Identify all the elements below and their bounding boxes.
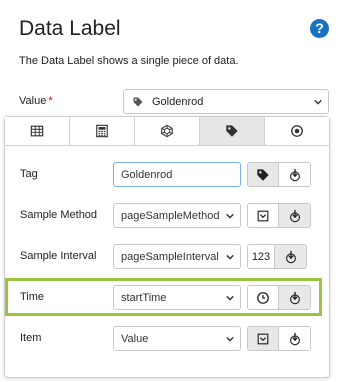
sample-interval-buttons: 123: [247, 244, 307, 269]
bind-pointer-icon: [289, 332, 300, 345]
binding-tabs: [5, 117, 329, 146]
binding-panel: Tag Goldenrod Sample Method pageSampleMe…: [4, 116, 330, 378]
description-text: The Data Label shows a single piece of d…: [19, 55, 239, 67]
bind-pointer-icon: [289, 209, 300, 222]
tab-calculation[interactable]: [70, 117, 135, 145]
value-select[interactable]: Goldenrod: [123, 89, 329, 114]
page-title: Data Label: [19, 17, 121, 40]
item-bind-button[interactable]: [279, 327, 310, 350]
tag-icon: [257, 168, 269, 181]
sample-interval-value: pageSampleInterval: [121, 250, 219, 263]
calculator-icon: [96, 124, 108, 138]
item-value: Value: [121, 332, 149, 345]
tag-label: Tag: [20, 168, 38, 180]
tag-buttons: [247, 162, 311, 187]
chevron-down-icon: [226, 254, 234, 260]
tag-browse-button[interactable]: [248, 163, 279, 186]
tab-network[interactable]: [135, 117, 200, 145]
item-dropdown-button[interactable]: [248, 327, 279, 350]
help-icon[interactable]: ?: [310, 19, 329, 38]
required-mark: *: [48, 95, 53, 107]
tab-tag[interactable]: [200, 117, 265, 145]
sample-interval-number-button[interactable]: 123: [248, 245, 275, 268]
radio-target-icon: [291, 125, 303, 137]
value-select-text: Goldenrod: [152, 95, 204, 108]
tag-icon: [226, 125, 238, 137]
sample-method-buttons: [247, 203, 311, 228]
tag-input[interactable]: Goldenrod: [113, 162, 241, 187]
sample-interval-label: Sample Interval: [20, 250, 97, 262]
value-label-text: Value: [19, 95, 47, 107]
sample-interval-select[interactable]: pageSampleInterval: [113, 244, 241, 269]
table-icon: [30, 125, 44, 137]
sample-method-bind-button[interactable]: [279, 204, 310, 227]
chevron-down-icon: [226, 213, 234, 219]
item-label: Item: [20, 332, 42, 344]
bind-pointer-icon: [285, 250, 296, 263]
chevron-down-icon: [314, 99, 322, 105]
item-buttons: [247, 326, 311, 351]
tag-bind-button[interactable]: [279, 163, 310, 186]
sample-method-label: Sample Method: [20, 209, 98, 221]
tag-icon: [133, 97, 143, 106]
network-icon: [161, 124, 173, 138]
dropdown-box-icon: [257, 333, 269, 344]
tab-other[interactable]: [265, 117, 329, 145]
sample-method-select[interactable]: pageSampleMethod: [113, 203, 241, 228]
bind-pointer-icon: [289, 168, 300, 181]
chevron-down-icon: [226, 336, 234, 342]
value-label: Value *: [19, 95, 53, 107]
tab-table[interactable]: [5, 117, 70, 145]
sample-interval-bind-button[interactable]: [275, 245, 306, 268]
sample-method-value: pageSampleMethod: [121, 209, 220, 222]
dropdown-box-icon: [257, 210, 269, 221]
time-row-highlight: [5, 278, 322, 316]
item-select[interactable]: Value: [113, 326, 241, 351]
sample-method-dropdown-button[interactable]: [248, 204, 279, 227]
